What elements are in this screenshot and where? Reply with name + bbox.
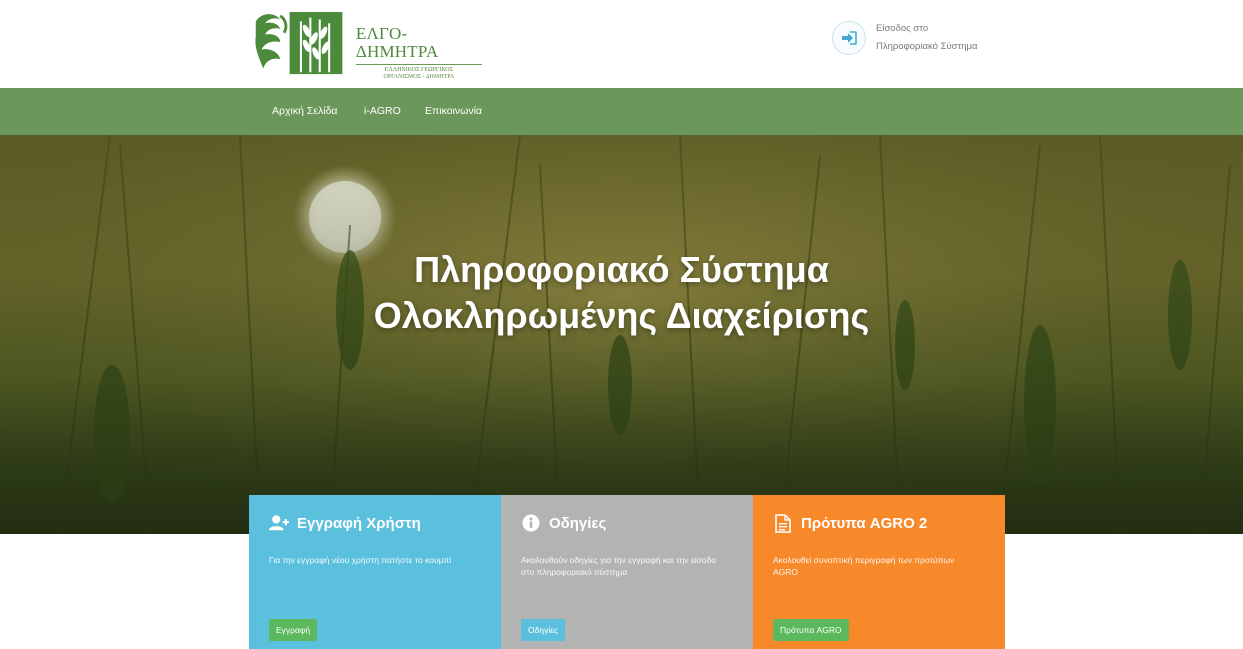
logo-subtitle: ΕΛΛΗΝΙΚΟΣ ΓΕΩΡΓΙΚΟΣ ΟΡΓΑΝΙΣΜΟΣ - ΔΗΜΗΤΡΑ: [355, 64, 482, 81]
info-icon: [521, 513, 541, 533]
site-header: ΕΛΓΟ-ΔΗΜΗΤΡΑ ΕΛΛΗΝΙΚΟΣ ΓΕΩΡΓΙΚΟΣ ΟΡΓΑΝΙΣ…: [0, 0, 1243, 88]
register-button[interactable]: Εγγραφή: [269, 619, 318, 641]
hero-banner: Πληροφοριακό Σύστημα Ολοκληρωμένης Διαχε…: [0, 135, 1243, 534]
card-agro-standards-description: Ακολουθεί συνοπτική περιγραφή των προτύπ…: [773, 555, 955, 577]
card-instructions-title: Οδηγίες: [549, 514, 607, 532]
main-nav: Αρχική Σελίδα i-AGRO Επικοινωνία: [0, 88, 1243, 135]
agro-standards-button[interactable]: Πρότυπα AGRO: [773, 619, 849, 641]
card-agro-standards-title: Πρότυπα AGRO 2: [801, 514, 928, 532]
card-agro-standards: Πρότυπα AGRO 2 Ακολουθεί συνοπτική περιγ…: [753, 495, 1005, 649]
document-icon: [773, 513, 793, 533]
card-instructions-description: Ακολουθούν οδηγίες για την εγγραφή και τ…: [521, 555, 717, 577]
page: ΕΛΓΟ-ΔΗΜΗΤΡΑ ΕΛΛΗΝΙΚΟΣ ΓΕΩΡΓΙΚΟΣ ΟΡΓΑΝΙΣ…: [0, 0, 1243, 649]
hero-title: Πληροφοριακό Σύστημα Ολοκληρωμένης Διαχε…: [0, 247, 1243, 339]
card-instructions: Οδηγίες Ακολουθούν οδηγίες για την εγγρα…: [501, 495, 753, 649]
login-text-line1: Είσοδος στο: [876, 23, 929, 34]
elgo-dimitra-logo[interactable]: ΕΛΓΟ-ΔΗΜΗΤΡΑ ΕΛΛΗΝΙΚΟΣ ΓΕΩΡΓΙΚΟΣ ΟΡΓΑΝΙΣ…: [252, 8, 482, 80]
hero-title-line1: Πληροφοριακό Σύστημα: [414, 249, 829, 290]
user-plus-icon: [269, 513, 289, 533]
logo-title: ΕΛΓΟ-ΔΗΜΗΤΡΑ: [355, 24, 439, 61]
login-link[interactable]: Είσοδος στο Πληροφοριακό Σύστημα: [832, 20, 978, 56]
card-register: Εγγραφή Χρήστη Για την εγγραφή νέου χρήσ…: [249, 495, 501, 649]
logo-subtitle-line1: ΕΛΛΗΝΙΚΟΣ ΓΕΩΡΓΙΚΟΣ: [384, 67, 454, 73]
instructions-button[interactable]: Οδηγίες: [521, 619, 566, 641]
logo-emblem-icon: [255, 12, 343, 75]
nav-item-home[interactable]: Αρχική Σελίδα: [272, 88, 338, 135]
card-register-header: Εγγραφή Χρήστη: [269, 512, 481, 534]
login-text-line2: Πληροφοριακό Σύστημα: [876, 41, 978, 52]
logo-subtitle-line2: ΟΡΓΑΝΙΣΜΟΣ - ΔΗΜΗΤΡΑ: [383, 74, 455, 80]
hero-title-line2: Ολοκληρωμένης Διαχείρισης: [373, 295, 870, 336]
card-register-description: Για την εγγραφή νέου χρήστη πατήστε το κ…: [269, 555, 452, 565]
card-register-title: Εγγραφή Χρήστη: [297, 514, 421, 532]
logo-text: ΕΛΓΟ-ΔΗΜΗΤΡΑ ΕΛΛΗΝΙΚΟΣ ΓΕΩΡΓΙΚΟΣ ΟΡΓΑΝΙΣ…: [355, 24, 482, 81]
login-text[interactable]: Είσοδος στο Πληροφοριακό Σύστημα: [876, 20, 978, 56]
nav-item-i-agro[interactable]: i-AGRO: [364, 88, 401, 135]
nav-item-contact[interactable]: Επικοινωνία: [425, 88, 482, 135]
card-instructions-header: Οδηγίες: [521, 512, 733, 534]
card-agro-standards-header: Πρότυπα AGRO 2: [773, 512, 985, 534]
sign-in-icon[interactable]: [832, 21, 866, 55]
